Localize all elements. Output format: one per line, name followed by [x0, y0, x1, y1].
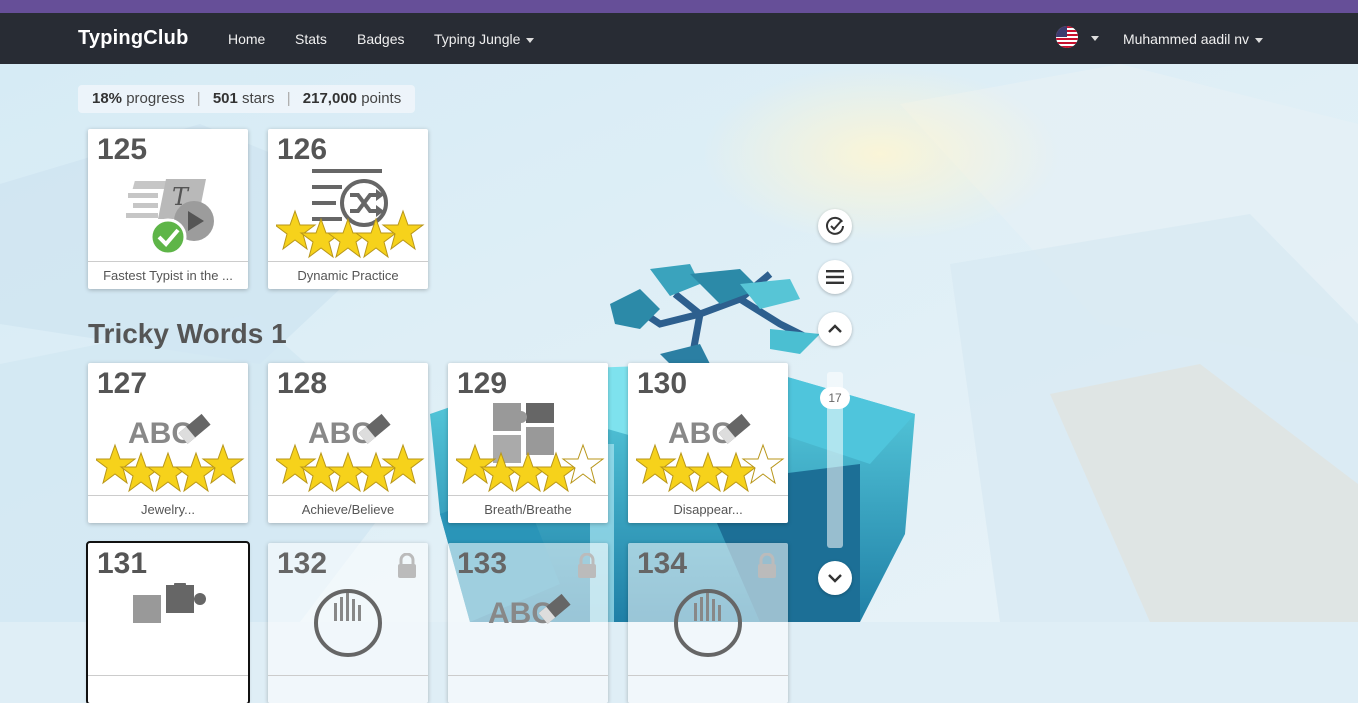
audio-icon — [628, 583, 788, 673]
lesson-title — [628, 675, 788, 703]
lesson-title: Fastest Typist in the ... — [88, 261, 248, 289]
lock-icon — [758, 553, 776, 578]
stars-label: stars — [242, 90, 275, 107]
progress-summary: 18% progress | 501 stars | 217,000 point… — [78, 85, 416, 113]
lesson-title: Breath/Breathe — [448, 495, 608, 523]
top-accent-strip — [0, 0, 1358, 13]
nav-typing-jungle-label: Typing Jungle — [434, 31, 521, 47]
lesson-number: 127 — [97, 367, 148, 400]
lesson-number: 131 — [97, 547, 148, 580]
star-rating — [276, 209, 425, 259]
lesson-title — [268, 675, 428, 703]
lesson-title: Achieve/Believe — [268, 495, 428, 523]
lesson-card-locked[interactable]: 134 — [628, 543, 788, 703]
brand-logo[interactable]: TypingClub — [78, 27, 189, 50]
lesson-card[interactable]: 126 Dynamic Practice — [268, 129, 428, 289]
star-rating — [276, 443, 425, 493]
us-flag-icon[interactable] — [1056, 26, 1078, 48]
star-rating — [96, 443, 245, 493]
points-label: points — [361, 90, 402, 107]
lesson-number: 126 — [277, 133, 328, 166]
lesson-card-locked[interactable]: 133 ABC — [448, 543, 608, 703]
lesson-number: 128 — [277, 367, 328, 400]
nav-typing-jungle[interactable]: Typing Jungle — [434, 31, 535, 47]
abc-eraser-icon: ABC — [448, 583, 608, 673]
scroll-up-button[interactable] — [818, 312, 852, 346]
lesson-number: 133 — [457, 547, 508, 580]
lesson-card[interactable]: 129 Breath/Breathe — [448, 363, 608, 523]
lesson-card[interactable]: 125 T Fastest Typist in the ... — [88, 129, 248, 289]
lock-icon — [398, 553, 416, 578]
stars-value: 501 — [212, 90, 238, 107]
lesson-card[interactable]: 127 ABC Jewelry... — [88, 363, 248, 523]
scroll-position-indicator[interactable]: 17 — [820, 387, 850, 409]
puzzle-icon — [88, 579, 248, 673]
user-menu[interactable]: Muhammed aadil nv — [1123, 31, 1263, 47]
check-progress-button[interactable] — [818, 209, 852, 243]
lock-icon — [578, 553, 596, 578]
sun-glow — [700, 64, 1060, 244]
progress-label: progress — [126, 90, 185, 107]
lesson-title — [448, 675, 608, 703]
points-value: 217,000 — [302, 90, 358, 107]
chevron-down-icon — [526, 37, 535, 43]
divider: | — [286, 90, 291, 107]
lesson-number: 129 — [457, 367, 508, 400]
audio-icon — [268, 583, 428, 673]
star-rating — [456, 443, 605, 493]
nav-home[interactable]: Home — [228, 31, 265, 47]
lesson-number: 134 — [637, 547, 688, 580]
section-title: Tricky Words 1 — [88, 318, 287, 349]
lesson-card-locked[interactable]: 132 — [268, 543, 428, 703]
chevron-up-icon — [828, 324, 842, 333]
lesson-title: Jewelry... — [88, 495, 248, 523]
lesson-card[interactable]: 130 ABC Disappear... — [628, 363, 788, 523]
navbar: TypingClub Home Stats Badges Typing Jung… — [0, 13, 1358, 64]
scroll-down-button[interactable] — [818, 561, 852, 595]
menu-button[interactable] — [818, 260, 852, 294]
star-rating — [636, 443, 785, 493]
lesson-number: 125 — [97, 133, 148, 166]
chevron-down-icon — [828, 574, 842, 583]
lesson-number: 132 — [277, 547, 328, 580]
typing-video-icon: T — [88, 169, 248, 259]
lesson-card[interactable]: 128 ABC Achieve/Believe — [268, 363, 428, 523]
user-name: Muhammed aadil nv — [1122, 31, 1249, 47]
check-circle-icon — [826, 216, 844, 235]
lesson-card[interactable]: 131 — [86, 541, 250, 703]
lesson-number: 130 — [637, 367, 688, 400]
progress-value: 18% — [92, 90, 123, 107]
lesson-title: Disappear... — [628, 495, 788, 523]
hamburger-icon — [826, 270, 844, 284]
chevron-down-icon — [1255, 37, 1263, 43]
chevron-down-icon[interactable] — [1091, 36, 1099, 41]
nav-badges[interactable]: Badges — [357, 31, 404, 47]
nav-stats[interactable]: Stats — [295, 31, 327, 47]
lesson-title: Dynamic Practice — [268, 261, 428, 289]
lesson-title — [88, 675, 248, 703]
divider: | — [196, 90, 201, 107]
